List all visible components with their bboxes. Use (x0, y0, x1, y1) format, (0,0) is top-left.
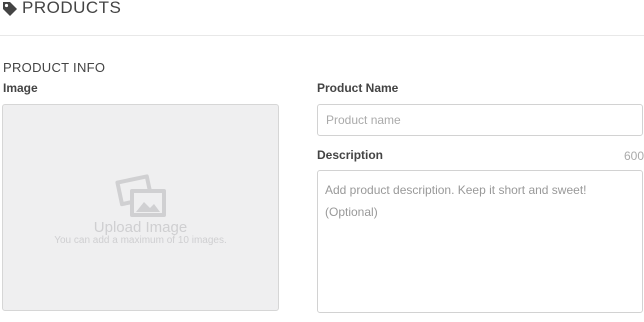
product-name-label: Product Name (317, 81, 399, 95)
tag-icon (3, 2, 17, 16)
product-name-input[interactable] (317, 104, 643, 136)
description-label: Description (317, 148, 384, 162)
page-header: PRODUCTS (0, 0, 644, 36)
character-counter: 600 (623, 149, 644, 163)
image-upload-area[interactable]: Upload Image You can add a maximum of 10… (2, 104, 279, 311)
upload-hint: You can add a maximum of 10 images. (54, 235, 227, 246)
upload-image-label: Upload Image (93, 219, 188, 236)
section-title: PRODUCT INFO (3, 60, 106, 75)
description-textarea[interactable] (317, 170, 643, 313)
page-title: PRODUCTS (22, 0, 122, 17)
image-icon (115, 174, 166, 217)
image-label: Image (3, 81, 38, 95)
